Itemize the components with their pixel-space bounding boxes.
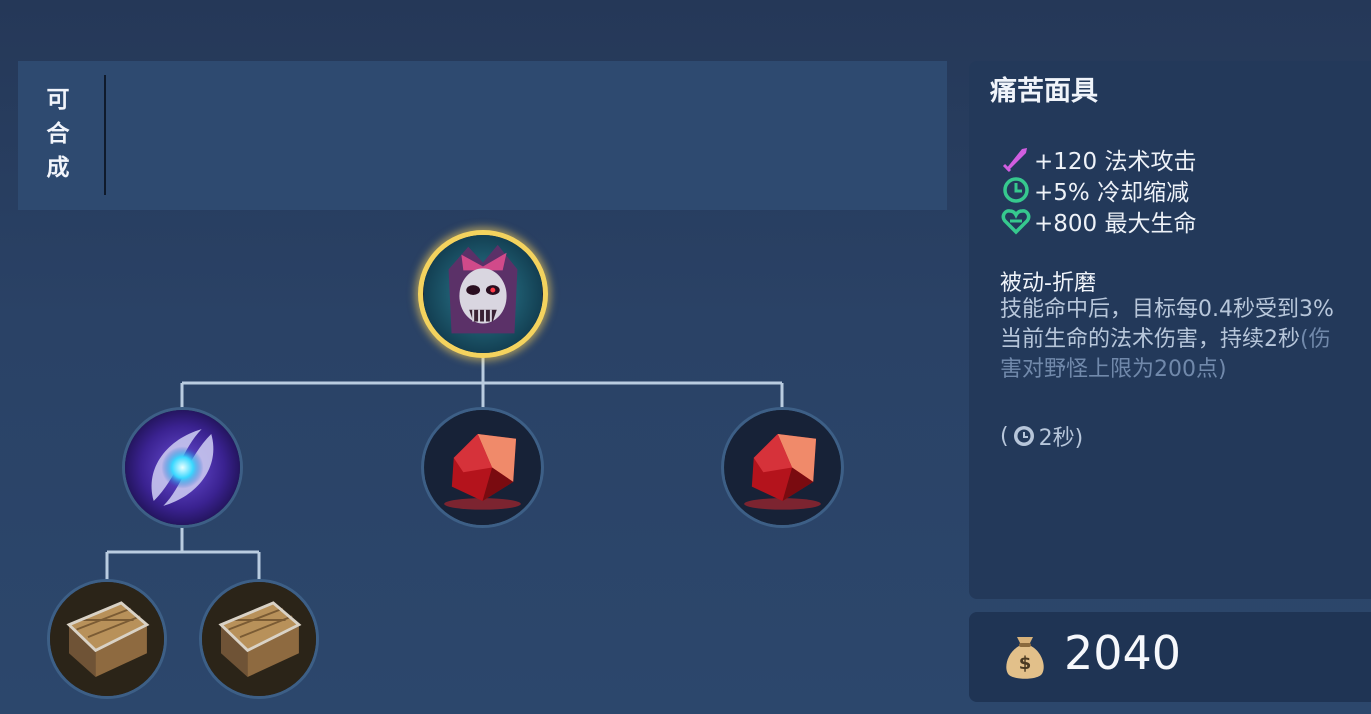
arcane-orb-icon[interactable] [122, 407, 243, 528]
passive-description: 技能命中后，目标每0.4秒受到3%当前生命的法术伤害，持续2秒(伤害对野怪上限为… [1000, 295, 1345, 385]
stat-text: +5% 冷却缩减 [1034, 180, 1190, 206]
stat-text: +120 法术攻击 [1034, 149, 1197, 175]
stat-text: +800 最大生命 [1034, 211, 1197, 237]
cooldown-open-paren: ( [1000, 423, 1009, 449]
cooldown-icon [1000, 174, 1032, 206]
magic-attack-icon [1000, 143, 1032, 175]
mask-of-agony-icon[interactable] [418, 230, 548, 358]
passive-description-main: 技能命中后，目标每0.4秒受到3%当前生命的法术伤害，持续2秒 [1000, 297, 1334, 352]
item-info-panel: 痛苦面具 +120 法术攻击 +5% 冷却缩减 +800 最大生命 被动-折磨 … [969, 61, 1371, 599]
max-health-icon [1000, 205, 1032, 237]
red-gem-icon[interactable] [421, 407, 544, 528]
red-gem-icon[interactable] [721, 407, 844, 528]
cooldown-icon [1011, 423, 1037, 449]
passive-title: 被动-折磨 [1000, 271, 1096, 296]
passive-cooldown: ( 2秒) [1000, 420, 1083, 452]
price-panel: $ 2040 [969, 612, 1371, 702]
stat-magic-attack: +120 法术攻击 [1000, 143, 1197, 175]
item-price: 2040 [1064, 626, 1182, 680]
item-name: 痛苦面具 [990, 76, 1098, 107]
gold-bag-icon: $ [1001, 631, 1049, 681]
wooden-crate-icon[interactable] [47, 579, 167, 699]
stat-max-health: +800 最大生命 [1000, 205, 1197, 237]
cooldown-value: 2秒) [1038, 426, 1084, 451]
wooden-crate-icon[interactable] [199, 579, 319, 699]
svg-text:$: $ [1019, 653, 1032, 674]
stat-cooldown: +5% 冷却缩减 [1000, 174, 1190, 206]
